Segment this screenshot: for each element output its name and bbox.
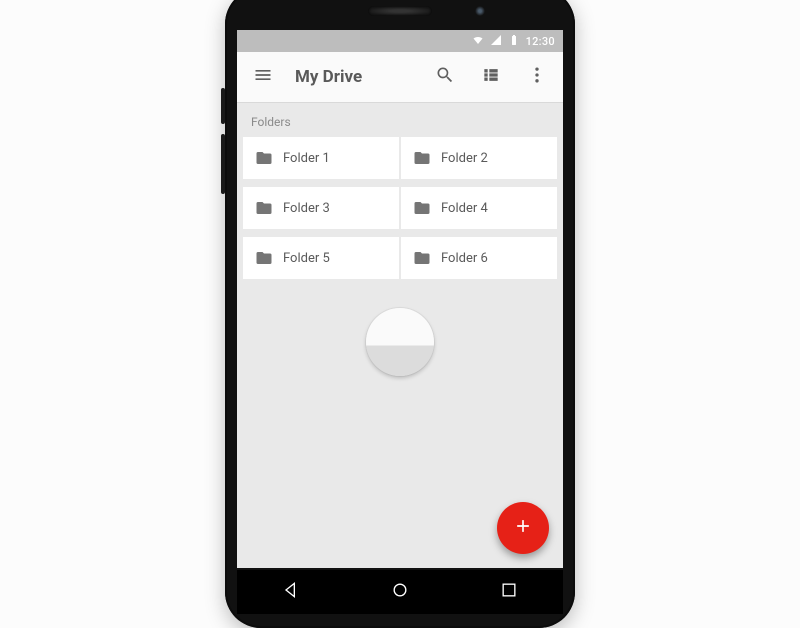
folder-icon: [255, 149, 273, 167]
folder-icon: [413, 149, 431, 167]
overflow-menu-button[interactable]: [519, 59, 555, 95]
folder-name: Folder 4: [441, 201, 488, 216]
triangle-back-icon: [281, 580, 301, 604]
folder-name: Folder 3: [283, 201, 330, 216]
folder-icon: [413, 249, 431, 267]
status-bar: 12:30: [237, 30, 563, 52]
wifi-icon: [472, 34, 484, 49]
device-side-button: [221, 88, 225, 124]
menu-button[interactable]: [245, 59, 281, 95]
folder-name: Folder 6: [441, 251, 488, 266]
battery-icon: [508, 34, 520, 49]
refresh-spinner-icon: [366, 308, 434, 376]
android-nav-bar: [237, 570, 563, 614]
signal-icon: [490, 34, 502, 49]
search-button[interactable]: [427, 59, 463, 95]
more-vert-icon: [527, 65, 547, 89]
fab-add-button[interactable]: [497, 502, 549, 554]
device-volume-rocker: [221, 134, 225, 194]
pull-refresh-indicator: [366, 308, 434, 376]
device-frame: 12:30 My Drive: [225, 0, 575, 628]
screen: 12:30 My Drive: [237, 30, 563, 568]
square-recents-icon: [499, 580, 519, 604]
hamburger-icon: [253, 65, 273, 89]
circle-home-icon: [390, 580, 410, 604]
folder-name: Folder 2: [441, 151, 488, 166]
folder-card[interactable]: Folder 6: [401, 237, 557, 279]
folder-icon: [255, 199, 273, 217]
folder-card[interactable]: Folder 5: [243, 237, 399, 279]
folder-icon: [255, 249, 273, 267]
list-view-icon: [481, 65, 501, 89]
folder-icon: [413, 199, 431, 217]
nav-recents-button[interactable]: [491, 574, 527, 610]
folder-name: Folder 1: [283, 151, 330, 166]
nav-back-button[interactable]: [273, 574, 309, 610]
status-time: 12:30: [526, 35, 555, 48]
plus-icon: [513, 516, 533, 540]
view-toggle-button[interactable]: [473, 59, 509, 95]
folder-card[interactable]: Folder 4: [401, 187, 557, 229]
folder-name: Folder 5: [283, 251, 330, 266]
nav-home-button[interactable]: [382, 574, 418, 610]
device-front-camera: [475, 6, 485, 16]
page-title: My Drive: [295, 67, 362, 87]
folder-card[interactable]: Folder 2: [401, 137, 557, 179]
device-earpiece: [368, 6, 432, 16]
folder-card[interactable]: Folder 3: [243, 187, 399, 229]
app-bar: My Drive: [237, 52, 563, 103]
folder-grid: Folder 1 Folder 2 Folder 3 Folder 4 Fold…: [237, 137, 563, 279]
section-label-folders: Folders: [237, 103, 563, 137]
search-icon: [435, 65, 455, 89]
folder-card[interactable]: Folder 1: [243, 137, 399, 179]
